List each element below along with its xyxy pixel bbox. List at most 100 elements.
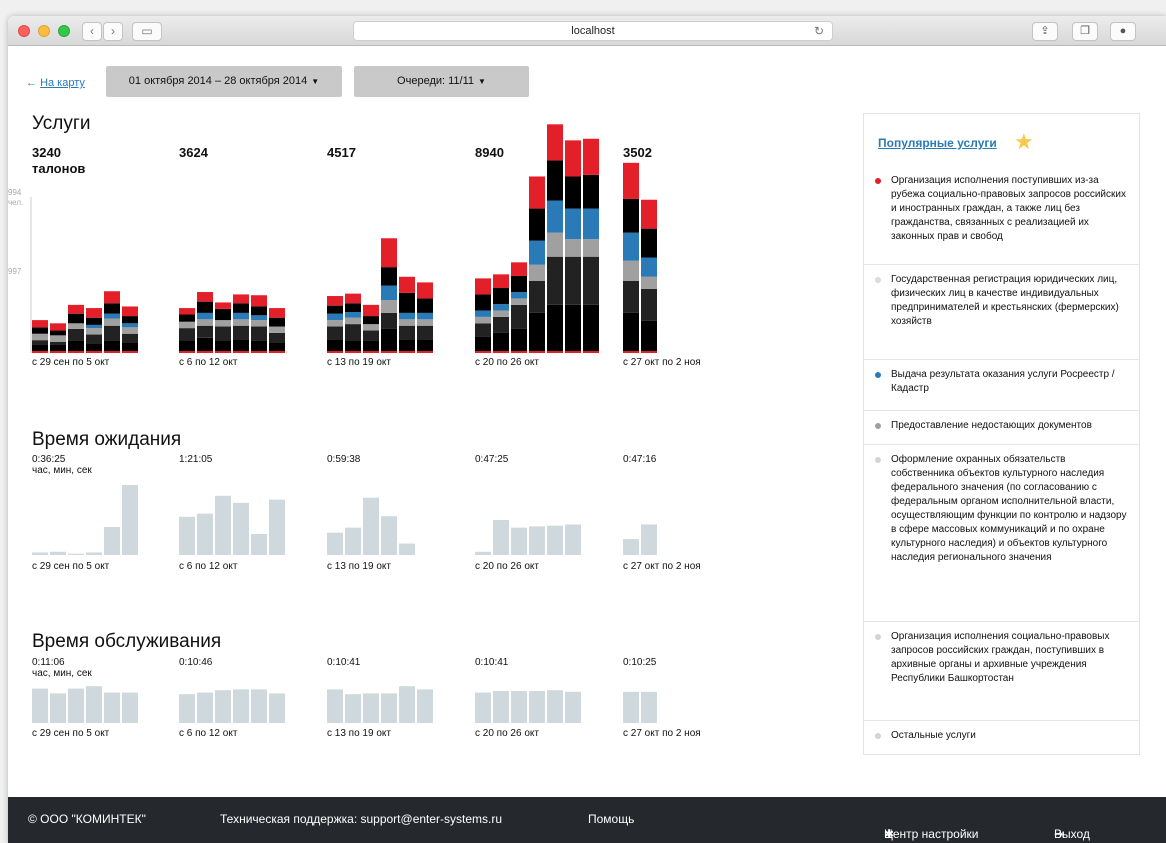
services-bar-segment [197,292,213,302]
services-bar-segment [529,264,545,281]
services-bar-segment [68,323,84,329]
tabs-icon[interactable]: ❐ [1072,22,1098,41]
services-bar-segment [475,336,491,353]
minimize-window-button[interactable] [38,25,50,37]
legend-dot-icon [875,634,881,640]
browser-titlebar: ‹ › ▭ localhost ↻ ⇪ ❐ ● [8,16,1166,46]
services-bar-segment [215,326,231,341]
legend-dot-icon [875,733,881,739]
popular-services-title[interactable]: Популярные услуги [878,136,997,150]
wait-time-bar [233,502,249,555]
wait-time-bar [104,527,120,555]
services-bar-segment [251,306,267,316]
wait-time-bar [547,525,563,555]
service-time-bar [623,691,639,723]
services-bar-segment [179,314,195,322]
legend-dot-icon [875,372,881,378]
wait-time-bar [251,534,267,555]
service-time-bar [493,691,509,723]
service-time-bar [215,690,231,723]
popular-service-label: Государственная регистрация юридических … [891,274,1119,327]
services-bar-segment [475,316,491,324]
services-bar-segment [50,341,66,345]
sidebar-icon[interactable]: ▭ [132,22,162,41]
back-arrow-icon[interactable]: ‹ [82,22,102,41]
services-bar-segment [363,316,379,325]
service-time-bar [233,689,249,723]
popular-service-item[interactable]: Государственная регистрация юридических … [864,264,1139,337]
services-bar-segment [417,298,433,313]
services-bar-base [215,351,231,353]
services-bar-segment [381,267,397,286]
popular-service-item[interactable]: Предоставление недостающих документов [864,410,1139,441]
services-bar-segment [32,333,48,341]
services-bar-segment [493,316,509,333]
services-bar-segment [511,292,527,299]
close-window-button[interactable] [18,25,30,37]
support-link[interactable]: Техническая поддержка: support@enter-sys… [220,812,502,826]
services-bar-segment [179,308,195,315]
forward-arrow-icon[interactable]: › [103,22,123,41]
services-bar-segment [68,328,84,341]
services-bar-segment [547,256,563,305]
address-bar[interactable]: localhost ↻ [353,21,833,41]
services-bar-segment [511,275,527,293]
services-bar-base [233,351,249,353]
services-bar-segment [623,232,639,261]
services-bar-segment [68,313,84,324]
service-time-bar [327,689,343,723]
services-bar-base [68,351,84,353]
services-bar-segment [197,325,213,338]
services-bar-segment [399,312,415,320]
services-bar-segment [565,239,581,257]
services-bar-segment [547,200,563,233]
popular-services-panel: Популярные услуги ★ Организация исполнен… [863,113,1140,755]
services-bar-segment [623,162,639,199]
services-bar-segment [345,312,361,318]
popular-service-item[interactable]: Выдача результата оказания услуги Росрее… [864,359,1139,404]
services-bar-segment [197,337,213,353]
services-bar-segment [50,323,66,331]
services-bar-segment [583,256,599,305]
popular-service-item[interactable]: Организация исполнения социально-правовы… [864,621,1139,694]
popular-service-item[interactable]: Оформление охранных обязательств собстве… [864,444,1139,573]
services-bar-segment [565,176,581,209]
services-bar-segment [122,333,138,343]
services-bar-segment [269,332,285,343]
services-bar-segment [493,288,509,305]
service-time-bar [641,691,657,723]
services-bar-base [475,351,491,353]
help-link[interactable]: Помощь [588,812,634,826]
services-bar-segment [269,326,285,333]
star-icon: ★ [1014,129,1034,154]
services-bar-segment [399,292,415,313]
reload-icon[interactable]: ↻ [814,22,824,41]
service-time-bar [399,686,415,723]
services-bar-base [122,351,138,353]
services-bar-segment [86,324,102,329]
services-bar-segment [381,312,397,329]
services-bar-segment [565,140,581,177]
wait-time-bar [565,524,581,555]
page-content: ← На карту 01 октября 2014 – 28 октября … [8,47,1166,843]
download-icon[interactable]: ● [1110,22,1136,41]
services-bar-segment [493,310,509,317]
services-bar-segment [565,208,581,240]
services-bar-segment [86,334,102,344]
services-bar-segment [251,326,267,341]
share-icon[interactable]: ⇪ [1032,22,1058,41]
service-time-bar [269,693,285,723]
services-bar-base [32,351,48,353]
services-bar-segment [327,339,343,353]
services-bar-segment [529,312,545,353]
zoom-window-button[interactable] [58,25,70,37]
popular-service-item[interactable]: Остальные услуги [864,720,1139,751]
services-bar-segment [399,319,415,326]
popular-service-item[interactable]: Организация исполнения поступивших из-за… [864,166,1139,252]
service-time-bar [104,692,120,723]
services-bar-base [269,351,285,353]
services-bar-segment [565,304,581,353]
services-bar-segment [583,208,599,240]
service-time-bar [529,691,545,723]
services-bar-segment [417,325,433,340]
